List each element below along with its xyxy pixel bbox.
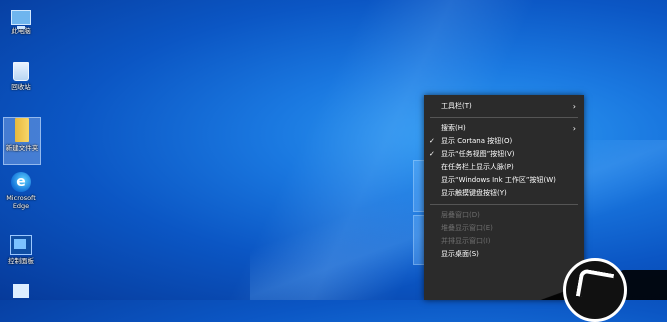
- desktop-icon-label: Microsoft Edge: [6, 194, 36, 210]
- control-panel-icon: [10, 235, 32, 255]
- desktop-icon-label: 新建文件夹: [5, 144, 39, 152]
- checkmark-icon: ✓: [429, 137, 435, 145]
- menu-item-show-people[interactable]: 在任务栏上显示人脉(P): [424, 161, 584, 174]
- watermark-logo-icon: [563, 258, 627, 322]
- menu-separator: [430, 117, 578, 118]
- menu-item-show-desktop[interactable]: 显示桌面(S): [424, 248, 584, 261]
- app-icon: [13, 284, 29, 298]
- computer-icon: [11, 10, 31, 29]
- edge-icon: e: [11, 172, 31, 192]
- menu-item-show-touch-keyboard[interactable]: 显示触摸键盘按钮(Y): [424, 187, 584, 200]
- desktop-icon-new-folder[interactable]: 新建文件夹: [3, 117, 41, 165]
- folder-icon: [15, 118, 29, 142]
- menu-item-search[interactable]: 搜索(H) ›: [424, 122, 584, 135]
- chevron-right-icon: ›: [572, 102, 576, 111]
- desktop-icon-label: 控制面板: [8, 257, 34, 265]
- menu-item-show-windows-ink[interactable]: 显示“Windows Ink 工作区”按钮(W): [424, 174, 584, 187]
- menu-item-side-by-side-windows: 并排显示窗口(I): [441, 237, 491, 245]
- menu-item-cascade-windows: 层叠窗口(D): [441, 211, 480, 219]
- desktop-icon-this-pc[interactable]: 此电脑: [3, 8, 39, 35]
- menu-item-show-cortana-button[interactable]: ✓ 显示 Cortana 按钮(O): [424, 135, 584, 148]
- menu-item-stack-windows: 堆叠显示窗口(E): [441, 224, 493, 232]
- menu-separator: [430, 204, 578, 205]
- menu-item-show-task-view-button[interactable]: ✓ 显示“任务视图”按钮(V): [424, 148, 584, 161]
- desktop-icon-recycle-bin[interactable]: 回收站: [3, 62, 39, 91]
- desktop-icon-label: 回收站: [11, 83, 31, 91]
- menu-item-toolbars[interactable]: 工具栏(T) ›: [424, 100, 584, 113]
- desktop-icon-edge[interactable]: e Microsoft Edge: [3, 172, 39, 210]
- recycle-bin-icon: [13, 62, 29, 81]
- chevron-right-icon: ›: [572, 124, 576, 133]
- desktop-icon-app[interactable]: [3, 284, 39, 300]
- checkmark-icon: ✓: [429, 150, 435, 158]
- desktop-icon-control-panel[interactable]: 控制面板: [3, 235, 39, 265]
